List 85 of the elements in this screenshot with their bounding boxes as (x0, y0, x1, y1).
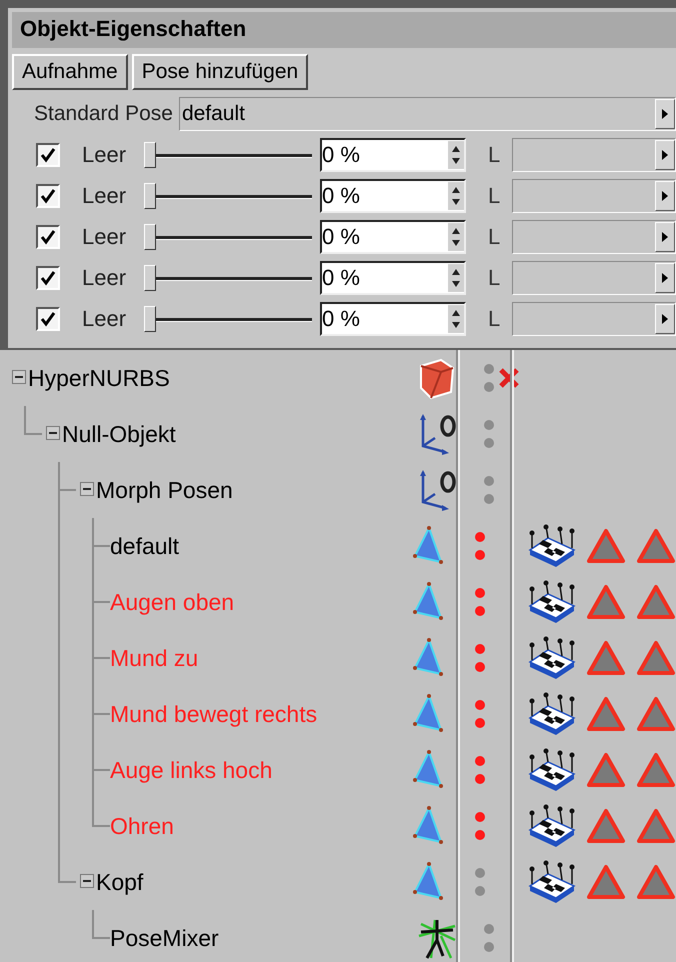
pose-label: Leer (82, 224, 128, 250)
morph-tag-icon[interactable] (526, 692, 576, 736)
triangle-arrow-icon (661, 148, 669, 160)
collapse-toggle[interactable] (46, 426, 60, 440)
link-field[interactable] (512, 178, 676, 212)
collapse-toggle[interactable] (80, 482, 94, 496)
tree-item[interactable]: default (110, 532, 180, 560)
triangle-arrow-icon (661, 312, 669, 324)
pose-label: Leer (82, 142, 128, 168)
visibility-dots[interactable] (475, 868, 486, 896)
pose-slider[interactable] (144, 262, 312, 292)
collapse-toggle[interactable] (80, 874, 94, 888)
slider-thumb[interactable] (144, 306, 156, 332)
triangle-arrow-icon (661, 272, 669, 284)
morph-tag-icon[interactable] (526, 524, 576, 568)
checkbox[interactable] (36, 184, 60, 208)
spinner-icon[interactable] (448, 264, 464, 292)
slider-thumb[interactable] (144, 142, 156, 168)
arrow-button[interactable] (655, 262, 675, 292)
visibility-dots[interactable] (484, 420, 494, 448)
slider-thumb[interactable] (144, 264, 156, 290)
pose-slider[interactable] (144, 140, 312, 170)
spinner-icon[interactable] (448, 182, 464, 210)
field-label: Standard Pose (34, 102, 173, 126)
link-field[interactable] (512, 220, 676, 254)
collapse-toggle[interactable] (12, 370, 26, 384)
link-label: L (488, 264, 502, 290)
link-field[interactable] (512, 138, 676, 172)
percent-field[interactable]: 0 % (320, 220, 466, 254)
link-label: L (488, 306, 502, 332)
morph-tag-icon[interactable] (526, 636, 576, 680)
panel-title: Objekt-Eigenschaften (12, 12, 676, 48)
arrow-button[interactable] (655, 304, 675, 334)
percent-field[interactable]: 0 % (320, 260, 466, 294)
visibility-dots[interactable] (475, 532, 486, 560)
tree-item[interactable]: Kopf (96, 868, 144, 896)
visibility-dots[interactable] (475, 812, 486, 840)
arrow-button[interactable] (655, 140, 675, 170)
spinner-icon[interactable] (448, 222, 464, 250)
link-label: L (488, 142, 502, 168)
triangle-arrow-icon (661, 108, 669, 120)
tree-item[interactable]: PoseMixer (110, 924, 219, 952)
pose-label: Leer (82, 182, 128, 208)
checkbox[interactable] (36, 142, 60, 166)
checkbox[interactable] (36, 306, 60, 330)
toolbar-button[interactable]: Aufnahme (12, 54, 128, 90)
arrow-button[interactable] (655, 99, 675, 129)
spinner-icon[interactable] (448, 304, 464, 332)
checkbox[interactable] (36, 266, 60, 290)
morph-tag-icon[interactable] (526, 804, 576, 848)
checkbox[interactable] (36, 224, 60, 248)
pose-label: Leer (82, 264, 128, 290)
visibility-dots[interactable] (475, 700, 486, 728)
visibility-dots[interactable] (475, 756, 486, 784)
triangle-arrow-icon (661, 190, 669, 202)
link-label: L (488, 224, 502, 250)
percent-field[interactable]: 0 % (320, 302, 466, 336)
tree-item[interactable]: HyperNURBS (28, 364, 170, 392)
triangle-arrow-icon (661, 230, 669, 242)
visibility-dots[interactable] (484, 476, 494, 504)
link-field[interactable] (512, 302, 676, 336)
pose-slider[interactable] (144, 180, 312, 210)
morph-tag-icon[interactable] (526, 580, 576, 624)
visibility-dots[interactable] (475, 588, 486, 616)
pose-dropdown[interactable]: default (178, 97, 676, 131)
tree-item[interactable]: Null-Objekt (62, 420, 176, 448)
link-field[interactable] (512, 260, 676, 294)
spinner-icon[interactable] (448, 140, 464, 168)
link-label: L (488, 182, 502, 208)
arrow-button[interactable] (655, 222, 675, 252)
percent-field[interactable]: 0 % (320, 178, 466, 212)
morph-tag-icon[interactable] (526, 860, 576, 904)
morph-tag-icon[interactable] (526, 748, 576, 792)
percent-field[interactable]: 0 % (320, 138, 466, 172)
visibility-dots[interactable] (475, 644, 486, 672)
pose-slider[interactable] (144, 222, 312, 252)
pose-slider[interactable] (144, 304, 312, 334)
visibility-dots[interactable] (484, 364, 494, 392)
tree-item[interactable]: Morph Posen (96, 476, 233, 504)
visibility-dots[interactable] (484, 924, 494, 952)
pose-label: Leer (82, 306, 128, 332)
slider-thumb[interactable] (144, 224, 156, 250)
toolbar-button[interactable]: Pose hinzufügen (132, 54, 308, 90)
arrow-button[interactable] (655, 180, 675, 210)
slider-thumb[interactable] (144, 182, 156, 208)
